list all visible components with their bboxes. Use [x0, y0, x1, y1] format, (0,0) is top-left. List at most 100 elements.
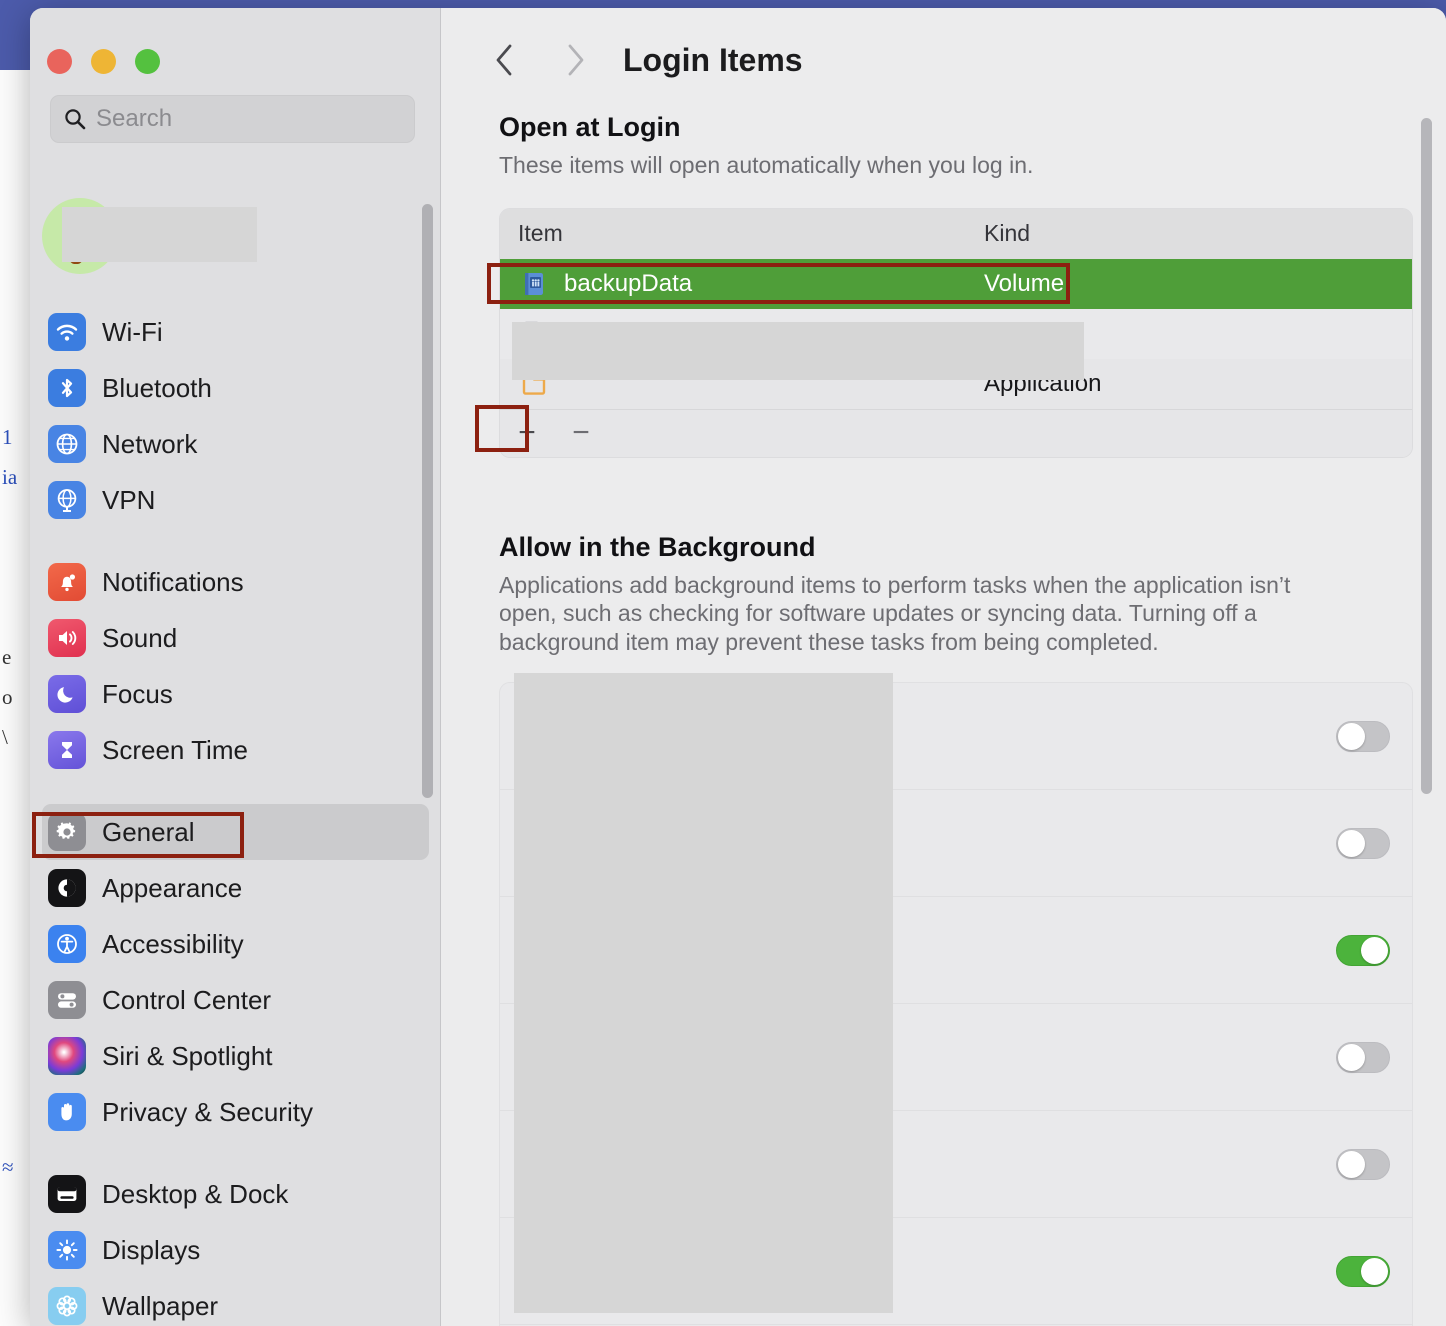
sidebar-item-screen-time[interactable]: Screen Time — [42, 722, 429, 778]
gear-icon — [48, 813, 86, 851]
background-item-toggle[interactable] — [1336, 1255, 1390, 1287]
background-item-toggle[interactable] — [1336, 934, 1390, 966]
open-at-login-section: Open at Login These items will open auto… — [499, 112, 1413, 458]
sidebar-item-label: General — [102, 816, 195, 847]
bell-icon — [48, 563, 86, 601]
sidebar-item-privacy-security[interactable]: Privacy & Security — [42, 1084, 429, 1140]
background-document-window[interactable]: 1 ia e o \ ≈ — [0, 70, 34, 1326]
sidebar-item-wifi[interactable]: Wi-Fi — [42, 304, 429, 360]
sidebar-item-focus[interactable]: Focus — [42, 666, 429, 722]
sidebar-item-bluetooth[interactable]: Bluetooth — [42, 360, 429, 416]
toggle-knob — [1338, 1043, 1365, 1071]
zoom-button[interactable] — [135, 49, 160, 74]
sidebar-item-appearance[interactable]: Appearance — [42, 860, 429, 916]
sidebar-item-label: Privacy & Security — [102, 1096, 313, 1127]
page-title: Login Items — [623, 41, 803, 78]
sidebar-item-general[interactable]: General — [42, 804, 429, 860]
minimize-button[interactable] — [91, 49, 116, 74]
add-login-item-button[interactable]: + — [500, 410, 554, 457]
sidebar-item-notifications[interactable]: Notifications — [42, 554, 429, 610]
background-doc-text: \ — [2, 725, 8, 749]
search-icon — [63, 107, 87, 131]
toggle-knob — [1338, 829, 1365, 857]
sidebar-item-label: Accessibility — [102, 928, 244, 959]
sidebar-scrollbar[interactable] — [422, 204, 433, 798]
vpn-globe-icon — [48, 481, 86, 519]
speaker-icon — [48, 619, 86, 657]
bluetooth-icon — [48, 369, 86, 407]
sidebar-group-network: Wi-Fi Bluetooth Network VPN — [30, 304, 441, 528]
redaction-overlay-login-rows — [512, 322, 1084, 380]
sidebar-item-label: Sound — [102, 622, 178, 653]
sidebar-item-network[interactable]: Network — [42, 416, 429, 472]
shared-volume-icon — [518, 268, 550, 300]
sidebar-item-label: Desktop & Dock — [102, 1178, 289, 1209]
background-doc-text: o — [2, 685, 13, 709]
sidebar-item-label: Siri & Spotlight — [102, 1040, 273, 1071]
background-item-toggle[interactable] — [1336, 1148, 1390, 1180]
detail-scrollbar[interactable] — [1421, 118, 1432, 794]
siri-icon — [48, 1037, 86, 1075]
column-header-item: Item — [518, 220, 563, 247]
hourglass-icon — [48, 731, 86, 769]
login-item-kind: Volume — [984, 269, 1065, 297]
desktop-dock-icon — [48, 1175, 86, 1213]
sidebar-item-control-center[interactable]: Control Center — [42, 972, 429, 1028]
sidebar-item-label: Notifications — [102, 566, 244, 597]
background-doc-text: 1 — [2, 425, 13, 449]
sidebar-item-label: Appearance — [102, 872, 243, 903]
wifi-icon — [48, 313, 86, 351]
wallpaper-flower-icon — [48, 1287, 86, 1325]
forward-button[interactable] — [553, 38, 597, 82]
search-field[interactable] — [50, 95, 415, 143]
table-row[interactable]: backupData Volume — [500, 258, 1412, 309]
background-item-toggle[interactable] — [1336, 720, 1390, 752]
background-item-toggle[interactable] — [1336, 1041, 1390, 1073]
section-description: These items will open automatically when… — [499, 152, 1034, 178]
section-description: Applications add background items to per… — [499, 571, 1291, 655]
network-globe-icon — [48, 425, 86, 463]
control-center-icon — [48, 981, 86, 1019]
sidebar-item-label: Control Center — [102, 984, 272, 1015]
sidebar-item-siri-spotlight[interactable]: Siri & Spotlight — [42, 1028, 429, 1084]
appearance-contrast-icon — [48, 869, 86, 907]
toggle-knob — [1361, 1257, 1388, 1285]
hand-icon — [48, 1093, 86, 1131]
back-button[interactable] — [483, 38, 527, 82]
column-header-kind: Kind — [984, 220, 1031, 247]
chevron-right-icon — [568, 44, 584, 76]
sidebar-item-label: Wallpaper — [102, 1290, 219, 1321]
background-item-toggle[interactable] — [1336, 827, 1390, 859]
sidebar-item-vpn[interactable]: VPN — [42, 472, 429, 528]
remove-login-item-button[interactable]: − — [554, 410, 608, 457]
sidebar-item-displays[interactable]: Displays — [42, 1222, 429, 1278]
table-header-row: Item Kind — [500, 208, 1412, 259]
login-item-name: backupData — [564, 269, 693, 297]
sidebar-item-sound[interactable]: Sound — [42, 610, 429, 666]
sidebar-item-wallpaper[interactable]: Wallpaper — [42, 1278, 429, 1326]
sidebar-group-system: General Appearance Accessibility Control… — [30, 804, 441, 1140]
close-button[interactable] — [47, 49, 72, 74]
redaction-overlay-background-list — [514, 673, 893, 1313]
redaction-overlay-account — [62, 207, 257, 262]
sidebar-scroll-area[interactable]: Wi-Fi Bluetooth Network VPN Notification… — [30, 176, 441, 1326]
sidebar-item-label: Screen Time — [102, 734, 248, 765]
accessibility-icon — [48, 925, 86, 963]
toggle-knob — [1338, 1150, 1365, 1178]
section-title: Open at Login — [499, 112, 681, 142]
sidebar-group-desktop: Desktop & Dock Displays Wallpaper — [30, 1166, 441, 1326]
search-input[interactable] — [96, 105, 402, 133]
background-doc-text: ia — [2, 465, 18, 489]
sidebar-item-label: Focus — [102, 678, 173, 709]
sidebar-group-alerts: Notifications Sound Focus Screen Time — [30, 554, 441, 778]
moon-icon — [48, 675, 86, 713]
background-doc-text: ≈ — [2, 1155, 14, 1179]
toggle-knob — [1361, 936, 1388, 964]
toggle-knob — [1338, 722, 1365, 750]
sidebar-item-accessibility[interactable]: Accessibility — [42, 916, 429, 972]
window-controls[interactable] — [47, 49, 160, 74]
sidebar[interactable]: Wi-Fi Bluetooth — [30, 8, 441, 1326]
sidebar-item-label: VPN — [102, 484, 156, 515]
brightness-icon — [48, 1231, 86, 1269]
sidebar-item-desktop-dock[interactable]: Desktop & Dock — [42, 1166, 429, 1222]
